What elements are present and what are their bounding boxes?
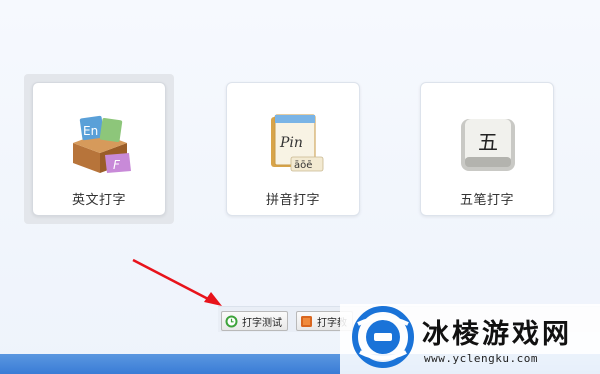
english-box-icon: En F [73,115,131,173]
book-icon [301,315,312,327]
english-typing-card[interactable]: En F 英文打字 [32,82,166,216]
wubi-key-char: 五 [478,130,498,154]
pinyin-book-icon: Pin āōē [271,114,324,172]
watermark-url: www.yclengku.com [424,352,538,365]
pinyin-typing-card-wrap: Pin āōē 拼音打字 [218,74,368,224]
english-icon-f: F [113,158,121,172]
english-icon-letters: En [83,124,98,138]
wubi-typing-label: 五笔打字 [459,193,514,208]
watermark-logo-icon [352,306,414,368]
english-typing-label: 英文打字 [71,193,126,208]
pinyin-typing-card[interactable]: Pin āōē 拼音打字 [226,82,360,216]
wubi-typing-card[interactable]: 五 五笔打字 [420,82,554,216]
wubi-typing-card-wrap: 五 五笔打字 [412,74,562,224]
pinyin-icon-word: Pin [279,135,303,151]
wubi-key-icon: 五 [461,119,515,171]
typing-mode-panel: En F 英文打字 Pin āōē 拼音打字 五 五笔打字 打字测试 打字教 冰… [0,0,600,374]
watermark-site-name: 冰棱游戏网 [422,319,572,350]
english-typing-card-highlight: En F 英文打字 [24,74,174,224]
site-watermark: 冰棱游戏网 www.yclengku.com [340,300,600,374]
typing-test-label: 打字测试 [242,317,282,329]
pinyin-typing-label: 拼音打字 [265,193,320,208]
clock-icon [225,315,238,327]
pinyin-icon-tones: āōē [294,160,312,171]
typing-test-button[interactable]: 打字测试 [221,311,288,331]
